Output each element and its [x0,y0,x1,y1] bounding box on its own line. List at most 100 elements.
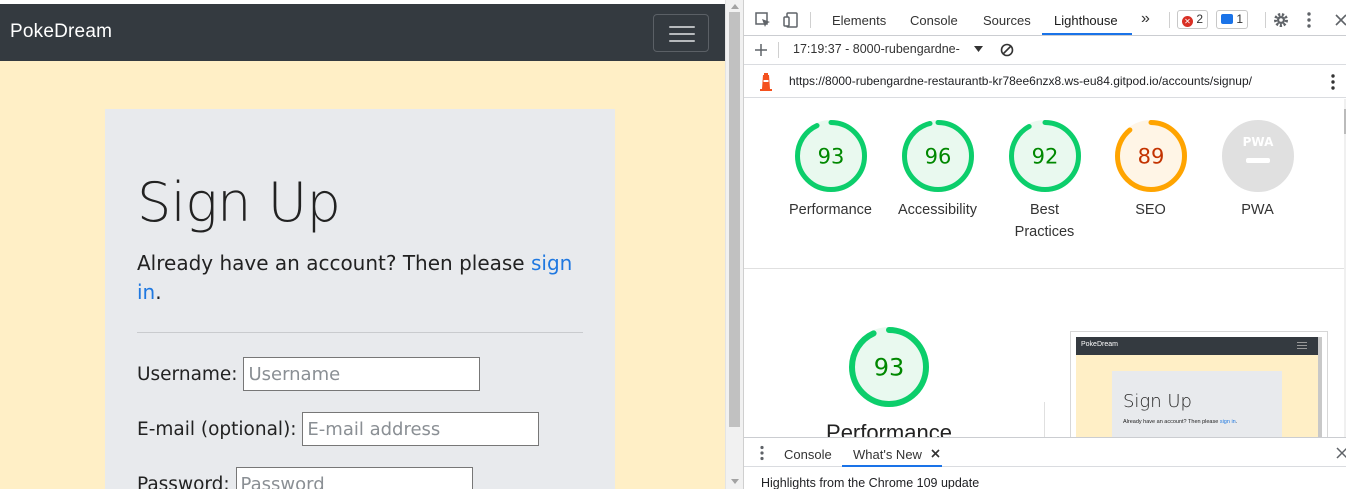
gauge-label: PWA [1241,202,1274,218]
tab-lighthouse[interactable]: Lighthouse [1054,13,1118,28]
drawer-active-indicator [842,465,942,467]
password-row: Password: [137,467,473,489]
brand-link[interactable]: PokeDream [10,21,112,43]
scroll-up-arrow-icon[interactable] [731,4,739,9]
mini-title: Sign Up [1123,391,1192,412]
gauge-label: Best Practices [1014,202,1075,240]
clear-icon[interactable] [1000,43,1014,57]
close-tab-icon[interactable] [931,449,940,458]
gauge-seo[interactable]: 89 SEO [1097,119,1204,221]
gauge-label: SEO [1135,202,1166,218]
errors-badge[interactable]: ✕ 2 [1177,10,1209,29]
more-tabs-icon[interactable]: » [1141,10,1150,28]
website-viewport: PokeDream Sign Up Already have an accoun… [0,0,725,489]
pwa-dash-icon [1245,158,1270,163]
signin-prompt-text: Already have an account? Then please [137,251,531,275]
page-scrollbar[interactable] [725,0,743,489]
pwa-badge-text: PWA [1242,135,1273,149]
gauge-value: 92 [1031,145,1058,169]
close-devtools-icon[interactable] [1334,11,1346,29]
device-toolbar-icon[interactable] [782,11,800,29]
mini-lead: Already have an account? Then please sig… [1123,418,1273,426]
performance-heading: Performance [826,420,952,437]
gauge-best-practices[interactable]: 92 Best Practices [991,119,1098,243]
gauge-value: 89 [1137,145,1164,169]
whats-new-highlight: Highlights from the Chrome 109 update [761,476,980,489]
gauge-performance[interactable]: 93 Performance [777,119,884,221]
username-label: Username: [137,363,238,385]
screenshot-preview: PokeDream Sign Up Already have an accoun… [1076,337,1318,437]
tab-console[interactable]: Console [910,13,958,28]
mini-sign-in-link: sign in [1219,419,1236,425]
signin-prompt-end: . [155,280,162,304]
scroll-down-arrow-icon[interactable] [731,479,739,484]
navbar-toggle-button[interactable] [653,14,709,52]
hamburger-icon [669,33,695,35]
message-count: 1 [1236,12,1244,26]
error-icon: ✕ [1182,16,1193,27]
signin-prompt: Already have an account? Then please sig… [137,249,587,307]
gauge-pwa[interactable]: PWA PWA [1204,119,1311,221]
signup-card: Sign Up Already have an account? Then pl… [105,109,615,489]
tab-sources[interactable]: Sources [983,13,1031,28]
report-selector[interactable]: 17:19:37 - 8000-rubengardne- [793,42,960,56]
divider [137,332,583,333]
report-url-bar: https://8000-rubengardne-restaurantb-kr7… [744,65,1346,98]
gear-icon[interactable] [1272,11,1290,29]
lighthouse-toolbar: 17:19:37 - 8000-rubengardne- [744,36,1346,65]
section-divider [744,268,1344,269]
mini-scrollbar [1318,337,1322,437]
toolbar-separator [1169,12,1170,28]
toolbar-separator [778,42,779,58]
mini-lead-end: . [1235,419,1238,425]
drawer-menu-icon[interactable] [759,445,765,461]
report-url: https://8000-rubengardne-restaurantb-kr7… [789,74,1252,88]
scrollbar-thumb[interactable] [729,12,740,427]
active-tab-indicator [1042,33,1132,35]
gauge-label: Performance [788,202,872,218]
mini-hamburger-icon [1297,342,1307,349]
hamburger-icon [669,26,695,28]
email-row: E-mail (optional): [137,412,540,446]
email-label: E-mail (optional): [137,418,297,440]
lighthouse-report: 93 Performance 96 Accessibility 92 Best Pract… [744,99,1344,437]
gauge-value: 93 [817,145,844,169]
inspect-element-icon[interactable] [754,11,772,29]
hamburger-icon [669,40,695,42]
toolbar-separator [1265,12,1266,28]
toolbar-separator [810,12,811,28]
performance-main-gauge: 93 [848,326,932,413]
drawer-content: Highlights from the Chrome 109 update [744,468,1346,489]
email-input[interactable] [302,412,540,446]
gauge-accessibility[interactable]: 96 Accessibility [884,119,991,221]
username-input[interactable] [243,357,481,391]
column-divider [1044,402,1045,437]
navbar: PokeDream [0,4,725,61]
mini-navbar: PokeDream [1076,337,1318,355]
message-icon [1221,14,1233,24]
error-count: 2 [1196,12,1204,26]
drawer-tab-console[interactable]: Console [784,447,832,462]
mini-brand: PokeDream [1081,341,1118,348]
mini-card: Sign Up Already have an account? Then pl… [1112,371,1282,437]
devtools-panel: Elements Console Sources Lighthouse » ✕ … [743,0,1346,489]
username-row: Username: [137,357,481,391]
gauge-background [1221,120,1294,192]
password-input[interactable] [235,467,473,489]
drawer-tab-bar: Console What's New [744,437,1346,467]
tab-elements[interactable]: Elements [832,13,886,28]
mini-lead-text: Already have an account? Then please [1123,419,1220,425]
drawer-tab-whats-new[interactable]: What's New [853,447,922,462]
chevron-down-icon[interactable] [974,46,983,53]
devtools-tab-bar: Elements Console Sources Lighthouse » ✕ … [744,4,1346,36]
report-menu-icon[interactable] [1330,73,1336,91]
gauge-label: Accessibility [898,202,977,218]
plus-icon[interactable] [754,43,768,57]
messages-badge[interactable]: 1 [1216,10,1249,29]
final-screenshot[interactable]: PokeDream Sign Up Already have an accoun… [1070,331,1328,437]
kebab-menu-icon[interactable] [1306,11,1312,29]
close-drawer-icon[interactable] [1336,447,1346,459]
gauge-value: 96 [924,145,951,169]
lighthouse-logo-icon [760,73,772,91]
password-label: Password: [137,473,230,489]
